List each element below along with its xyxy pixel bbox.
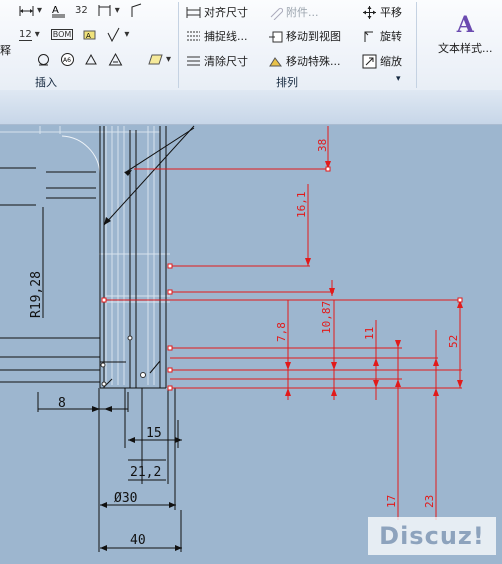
red-arrowheads: [285, 161, 463, 396]
pan-icon: [362, 5, 377, 20]
tolerance-stack-icon[interactable]: 12: [19, 29, 32, 41]
dim-r19-28[interactable]: R19,28: [29, 271, 44, 318]
red-dim-10-87[interactable]: 10,87: [320, 301, 333, 334]
attach-button[interactable]: 附件...: [268, 4, 319, 20]
ribbon: 释 ▾ A 32 ▾ 12 ▾ BOM A ▾ A6 ▾ 插入 对齐尺寸 附件.…: [0, 0, 502, 91]
arrange-group-launcher[interactable]: ▾: [396, 74, 401, 84]
weld-icon[interactable]: [84, 52, 99, 67]
leader-icon[interactable]: [129, 3, 144, 18]
dimension-horizontal-icon[interactable]: [19, 3, 34, 18]
snap-line-button[interactable]: 捕捉线...: [186, 28, 248, 44]
rotate-button[interactable]: 旋转: [362, 28, 402, 44]
red-dim-17[interactable]: 17: [385, 495, 398, 508]
align-dims-button[interactable]: 对齐尺寸: [186, 4, 248, 20]
rotate-icon: [362, 29, 377, 44]
dim-21-2[interactable]: 21,2: [130, 465, 161, 480]
group-label-arrange: 排列: [276, 76, 298, 89]
drawing-canvas[interactable]: R19,28 8 15 21,2 Ø30 40 38 16,1 10,87 7,…: [0, 124, 502, 561]
clear-dimensions-icon: [186, 54, 201, 69]
dim-15[interactable]: 15: [146, 426, 162, 441]
group-label-insert: 插入: [35, 76, 57, 89]
red-dim-16-1[interactable]: 16,1: [295, 192, 308, 219]
dim-8[interactable]: 8: [58, 396, 66, 411]
geometric-tolerance-icon[interactable]: [36, 52, 51, 67]
insert-row-2: 12 ▾ BOM A ▾: [19, 27, 130, 43]
svg-text:A: A: [86, 32, 91, 40]
datum-icon[interactable]: A: [82, 27, 97, 42]
target-icon[interactable]: A6: [60, 52, 75, 67]
drawing-svg: R19,28 8 15 21,2 Ø30 40 38 16,1 10,87 7,…: [0, 125, 463, 552]
point-markers: [100, 335, 146, 387]
pan-button[interactable]: 平移: [362, 4, 402, 20]
dim-40[interactable]: 40: [130, 533, 146, 548]
zoom-icon: [362, 54, 377, 69]
red-dim-38[interactable]: 38: [316, 139, 329, 152]
paperclip-icon: [268, 5, 284, 20]
part-outline: [0, 125, 195, 552]
red-dim-11[interactable]: 11: [363, 327, 376, 340]
group-separator: [416, 2, 417, 88]
align-dimensions-icon: [186, 5, 201, 20]
move-special-icon: [268, 54, 283, 69]
svg-text:A6: A6: [63, 57, 71, 64]
move-to-view-icon: [268, 29, 283, 44]
hatch-parallelogram-icon[interactable]: [148, 52, 163, 67]
construction-lines: [0, 126, 170, 385]
red-dim-23[interactable]: 23: [423, 495, 436, 508]
red-dim-7-8[interactable]: 7,8: [275, 322, 288, 342]
text-style-button[interactable]: A 文本样式...: [438, 12, 493, 56]
hatch-icon[interactable]: [108, 52, 123, 67]
red-markers: [101, 166, 463, 391]
snap-line-icon: [186, 29, 201, 44]
text-style-icon: A: [456, 12, 474, 38]
surface-finish-icon[interactable]: [106, 27, 121, 43]
clear-dims-button[interactable]: 清除尺寸: [186, 53, 248, 69]
svg-text:A: A: [52, 5, 59, 16]
ordinate-icon[interactable]: [97, 3, 112, 18]
exponent-icon[interactable]: 32: [75, 5, 88, 16]
move-special-button[interactable]: 移动特殊...: [268, 53, 341, 69]
text-format-icon[interactable]: A: [51, 3, 66, 18]
annotate-label-partial: 释: [0, 44, 11, 57]
group-separator: [178, 2, 179, 88]
red-dim-52[interactable]: 52: [447, 335, 460, 348]
insert-row-3: A6 ▾: [36, 52, 171, 67]
balloon-icon[interactable]: BOM: [50, 29, 74, 40]
ribbon-collapsed-strip: [0, 90, 502, 125]
move-to-view-button[interactable]: 移动到视图: [268, 28, 341, 44]
insert-row-1: ▾ A 32 ▾: [19, 3, 144, 18]
watermark: Discuz!: [368, 517, 496, 555]
dim-d30[interactable]: Ø30: [114, 491, 137, 506]
zoom-button[interactable]: 缩放: [362, 53, 402, 69]
